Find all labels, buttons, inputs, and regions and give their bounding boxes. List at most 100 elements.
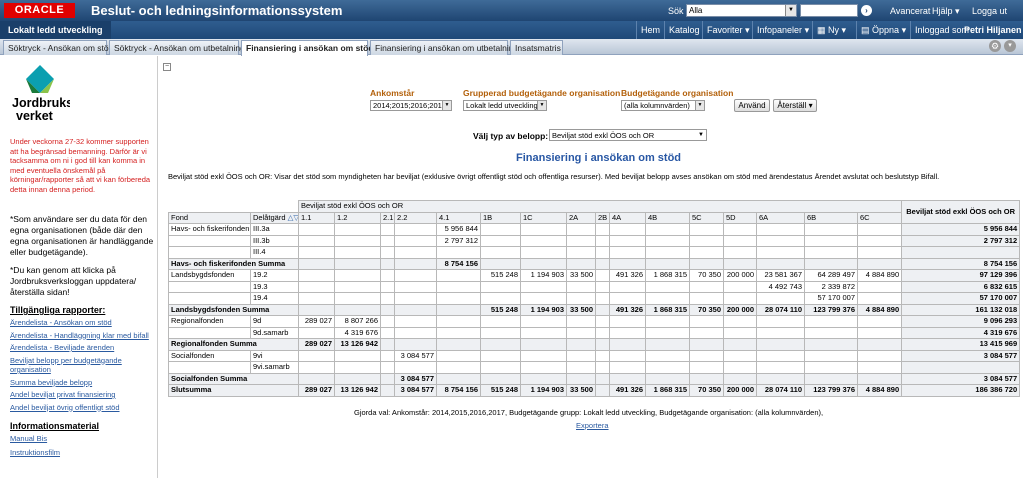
row-label-fond: Landsbygdsfonden [168, 269, 251, 282]
table-cell [436, 338, 481, 351]
table-cell [298, 280, 335, 293]
nav-home[interactable]: Hem [636, 21, 660, 39]
table-cell [609, 234, 646, 247]
table-cell [609, 257, 646, 270]
prompt-grupp-select[interactable]: Lokalt ledd utveckling ▼ [463, 100, 547, 111]
report-link-privat-finansiering[interactable]: Andel beviljat privat finansiering [10, 390, 158, 400]
table-cell [380, 303, 395, 316]
table-cell [723, 315, 757, 328]
pivot-header-measure-row: Beviljat stöd exkl ÖOS och OR Beviljat st… [168, 200, 1021, 224]
table-row: 19.3 4 492 743 2 339 872 6 832 615 [168, 280, 1021, 293]
table-cell [804, 349, 858, 362]
tab-finansiering-utbetalning[interactable]: Finansiering i ansökan om utbetalning [370, 40, 518, 55]
report-link-summa-beviljade[interactable]: Summa beviljade belopp [10, 378, 158, 388]
table-cell [520, 372, 567, 385]
oracle-logo: ORACLE [4, 3, 75, 18]
table-row: III.4 [168, 246, 1021, 259]
prompt-budget-select[interactable]: (alla kolumnvärden) ▼ [621, 100, 705, 111]
prompt-ankomstar-select[interactable]: 2014;2015;2016;2017 ▼ [370, 100, 452, 111]
table-cell [645, 372, 690, 385]
report-link-arendelista-stod[interactable]: Ärendelista - Ansökan om stöd [10, 318, 158, 328]
prompt-budget-label: Budgetägande organisation [621, 88, 734, 98]
report-link-ovrig-offentligt[interactable]: Andel beviljat övrig offentligt stöd [10, 403, 158, 413]
table-cell [436, 280, 481, 293]
table-cell [298, 234, 335, 247]
user-menu[interactable]: Petri Hiljanen ▾ [960, 21, 1023, 53]
prompt-ankomstar-value: 2014;2015;2016;2017 [373, 101, 446, 110]
prompt-ankomstar-label: Ankomstår [370, 88, 415, 98]
table-cell [480, 361, 521, 374]
info-material-heading: Informationsmaterial [10, 421, 100, 431]
table-cell [645, 292, 690, 305]
measure-header: Beviljat stöd exkl ÖOS och OR [297, 200, 903, 213]
row-label-fond: Havs- och fiskerifonden [168, 223, 251, 236]
table-cell [394, 303, 437, 316]
amount-type-select[interactable]: Beviljat stöd exkl ÖOS och OR ▼ [549, 129, 707, 141]
export-link[interactable]: Exportera [576, 421, 609, 430]
row-total: 57 170 007 [901, 292, 1021, 305]
table-cell [334, 349, 381, 362]
table-cell [689, 338, 724, 351]
gear-icon[interactable]: ⚙ [989, 40, 1001, 52]
reset-button[interactable]: Återställ ▾ [773, 99, 817, 112]
nav-dashboards[interactable]: Infopaneler ▾ [752, 21, 809, 39]
table-cell [856, 257, 903, 270]
table-cell [609, 372, 646, 385]
table-cell [723, 234, 757, 247]
logo-diamond-top [26, 65, 54, 93]
tab-soktryck-stod[interactable]: Söktryck - Ansökan om stöd [3, 40, 113, 55]
help-label: Hjälp [932, 6, 953, 16]
table-cell [723, 361, 757, 374]
search-input[interactable] [800, 4, 858, 17]
table-cell [394, 338, 437, 351]
chevron-down-icon: ▼ [442, 101, 451, 110]
apply-button[interactable]: Använd [734, 99, 770, 112]
column-header: 2.2 [394, 211, 437, 224]
report-link-beviljade-arenden[interactable]: Ärendelista - Beviljade ärenden [10, 343, 158, 353]
help-menu[interactable]: Hjälp ▾ [932, 6, 960, 17]
sort-icon[interactable]: △▽ [286, 213, 298, 222]
summary-row: Havs- och fiskerifonden Summa 8 754 156 8 … [168, 257, 1021, 270]
link-instruktionsfilm[interactable]: Instruktionsfilm [10, 448, 150, 458]
search-scope-select[interactable]: Alla ▼ [686, 4, 797, 17]
table-cell [380, 246, 395, 259]
link-manual[interactable]: Manual Bis [10, 434, 150, 444]
logout-link[interactable]: Logga ut [972, 6, 1007, 16]
table-cell [334, 257, 381, 270]
table-cell [566, 338, 596, 351]
summary-row: Socialfonden Summa 3 084 577 3 084 577 [168, 372, 1021, 385]
report-link-handlaggning-bifall[interactable]: Ärendelista - Handläggning klar med bifa… [10, 331, 158, 341]
table-cell [689, 361, 724, 374]
table-cell [595, 303, 610, 316]
tab-soktryck-utbetalning[interactable]: Söktryck - Ansökan om utbetalning [109, 40, 245, 55]
chevron-down-icon: ▼ [695, 101, 704, 110]
column-header: 1.1 [298, 211, 335, 224]
nav-open[interactable]: ▤ Öppna ▾ [856, 21, 906, 39]
nav-new[interactable]: ▦ Ny ▾ [812, 21, 846, 39]
nav-favorites[interactable]: Favoriter ▾ [702, 21, 750, 39]
table-cell [756, 292, 805, 305]
advanced-link[interactable]: Avancerat [890, 6, 930, 16]
table-cell: 33 500 [566, 269, 596, 282]
search-go-icon[interactable]: › [861, 5, 872, 16]
table-cell: 1 868 315 [645, 269, 690, 282]
selections-summary: Gjorda val: Ankomstår: 2014,2015,2016,20… [354, 408, 824, 417]
tab-insatsmatris[interactable]: Insatsmatris [510, 40, 563, 55]
table-cell [723, 223, 757, 236]
report-link-beviljat-per-org[interactable]: Beviljat belopp per budgetägande organis… [10, 356, 158, 375]
table-cell: 515 248 [480, 384, 521, 397]
table-cell [689, 349, 724, 362]
row-label-summary: Socialfonden Summa [168, 372, 299, 385]
row-label-fond: Regionalfonden [168, 315, 251, 328]
table-cell [723, 246, 757, 259]
jordbruksverket-logo[interactable]: Jordbruks verket [10, 62, 70, 124]
table-cell [645, 349, 690, 362]
table-cell [566, 326, 596, 339]
tab-finansiering-stod[interactable]: Finansiering i ansökan om stöd [241, 40, 374, 56]
table-cell [520, 349, 567, 362]
table-cell: 13 126 942 [334, 338, 381, 351]
collapse-section-icon[interactable]: − [163, 63, 171, 71]
page-options-icon[interactable]: ▾ [1004, 40, 1016, 52]
table-cell [380, 223, 395, 236]
nav-catalog[interactable]: Katalog [664, 21, 700, 39]
